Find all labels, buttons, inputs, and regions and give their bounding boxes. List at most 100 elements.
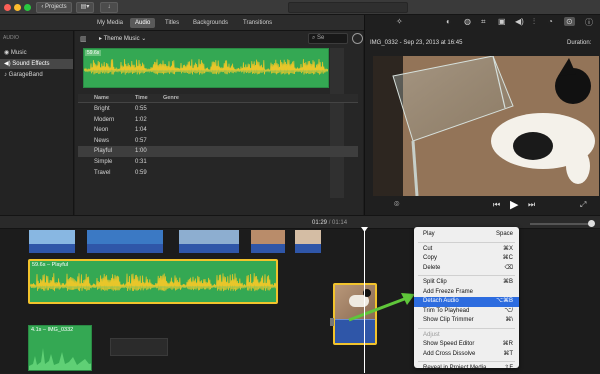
tab-audio[interactable]: Audio	[130, 18, 156, 28]
audio-clip-playful[interactable]: 59.6s – Playful	[28, 259, 278, 304]
playhead[interactable]	[364, 229, 365, 373]
zoom-slider-knob[interactable]	[588, 220, 595, 227]
noise-reduction-icon[interactable]: ⊙	[564, 17, 575, 26]
video-clip[interactable]	[178, 229, 240, 254]
menu-item-shortcut: ⌘X	[502, 245, 513, 252]
row-time: 1:00	[135, 148, 147, 155]
current-time: 01:29	[312, 220, 328, 226]
theme-music-dropdown[interactable]: ▸ Theme Music ⌄	[99, 35, 146, 42]
pointer-arrow	[348, 293, 415, 322]
row-name: Neon	[94, 127, 109, 134]
minimize-window-button[interactable]	[14, 4, 21, 11]
waveform-preview[interactable]: 59.6s	[83, 48, 329, 88]
menu-item-shortcut: ⌘T	[503, 350, 513, 357]
row-name: Simple	[94, 159, 113, 165]
column-header-time[interactable]: Time	[135, 95, 148, 101]
sound-list-row[interactable]: Travel 0:59	[78, 168, 358, 179]
crop-icon[interactable]: ⌗	[481, 17, 486, 27]
projects-back-label: Projects	[44, 4, 67, 10]
volume-icon[interactable]: ◀)	[515, 17, 524, 26]
video-clip[interactable]	[294, 229, 322, 254]
clip-title: IMG_0332 - Sep 23, 2013 at 16:45	[370, 40, 463, 46]
close-window-button[interactable]	[4, 4, 11, 11]
menu-item-add-cross-dissolve[interactable]: Add Cross Dissolve ⌘T	[414, 350, 519, 360]
music-icon: ◉	[4, 50, 10, 56]
library-toggle-button[interactable]: ▤▾	[76, 2, 94, 13]
sidebar-item-garageband[interactable]: ♪ GarageBand	[0, 70, 73, 80]
import-button[interactable]: ↓	[100, 2, 118, 13]
menu-item-copy[interactable]: Copy ⌘C	[414, 254, 519, 264]
color-balance-icon[interactable]: ◐	[446, 17, 451, 26]
row-time: 0:55	[135, 106, 147, 112]
speed-icon[interactable]: ◔	[548, 17, 553, 26]
sound-list-row[interactable]: Simple 0:31	[78, 157, 358, 168]
magic-wand-icon[interactable]: ✧	[396, 17, 403, 26]
row-time: 0:31	[135, 159, 147, 165]
menu-item-reveal-in-project-media[interactable]: Reveal in Project Media ⇧F	[414, 364, 519, 374]
menu-item-delete[interactable]: Delete ⌫	[414, 264, 519, 274]
zoom-slider[interactable]	[530, 223, 590, 225]
settings-gear-icon[interactable]	[352, 33, 363, 44]
playhead-handle[interactable]	[361, 227, 368, 232]
tab-titles[interactable]: Titles	[160, 18, 184, 28]
row-time: 0:59	[135, 169, 147, 176]
menu-item-detach-audio[interactable]: Detach Audio ⌥⌘B	[414, 297, 519, 307]
menu-item-label: Trim To Playhead	[423, 307, 470, 314]
menu-item-label: Show Speed Editor	[423, 341, 475, 347]
menu-item-show-speed-editor[interactable]: Show Speed Editor ⌘R	[414, 340, 519, 350]
audio-clip-waveform-2	[29, 348, 91, 370]
viewer-toolbar: ✧ ◐ ◍ ⌗ ▣ ◀) ⫶ ◔ ⊙ ⓘ	[392, 17, 600, 31]
info-icon[interactable]: ⓘ	[585, 17, 593, 28]
menu-item-label: Split Clip	[423, 279, 447, 285]
stabilization-icon[interactable]: ▣	[498, 17, 506, 26]
play-icon[interactable]: ▶	[510, 198, 518, 211]
video-clip[interactable]	[28, 229, 76, 254]
dropdown-arrows-icon: ⌄	[141, 36, 147, 42]
tab-backgrounds[interactable]: Backgrounds	[188, 18, 233, 28]
skip-back-icon[interactable]: ⏮	[493, 200, 500, 210]
menu-item-trim-to-playhead[interactable]: Trim To Playhead ⌥/	[414, 307, 519, 317]
menu-item-label: Play	[423, 231, 435, 237]
row-time: 0:57	[135, 137, 147, 144]
sidebar-item-music[interactable]: ◉ Music	[0, 48, 73, 58]
zoom-window-button[interactable]	[24, 4, 31, 11]
fullscreen-icon[interactable]: ⤢	[580, 200, 586, 210]
menu-item-add-freeze-frame[interactable]: Add Freeze Frame	[414, 288, 519, 298]
audio-clip-img-0332[interactable]: 4.1s – IMG_0332	[28, 325, 92, 371]
video-clip[interactable]	[86, 229, 164, 254]
microphone-icon[interactable]: ⌾	[394, 199, 399, 210]
sound-list-row[interactable]: Neon 1:04	[78, 125, 358, 136]
column-header-genre[interactable]: Genre	[163, 95, 179, 101]
search-input[interactable]: ⌕ Se	[308, 33, 348, 44]
menu-item-show-clip-trimmer[interactable]: Show Clip Trimmer ⌘\	[414, 316, 519, 326]
sidebar-toggle-icon[interactable]: ▥	[80, 35, 87, 43]
dropdown-chevron-icon: ▸	[99, 36, 103, 42]
sound-list-row[interactable]: Playful 1:00	[78, 146, 358, 157]
menu-item-shortcut: Space	[495, 231, 513, 237]
equalizer-icon[interactable]: ⫶	[533, 17, 535, 27]
menu-item-label: Delete	[423, 264, 441, 271]
sidebar-item-label: Music	[10, 50, 27, 56]
projects-back-button[interactable]: ‹ Projects	[36, 2, 72, 13]
sound-list-row[interactable]: Bright 0:55	[78, 104, 358, 115]
empty-clip-slot	[110, 338, 168, 356]
sound-list-row[interactable]: News 0:57	[78, 136, 358, 147]
import-arrow-icon: ↓	[107, 4, 111, 10]
menu-item-label: Show Clip Trimmer	[423, 317, 474, 323]
menu-item-split-clip[interactable]: Split Clip ⌘B	[414, 278, 519, 288]
duration-label: Duration:	[567, 40, 592, 46]
color-palette-icon[interactable]: ◍	[464, 17, 471, 26]
video-clip[interactable]	[250, 229, 286, 254]
sound-list-row[interactable]: Modern 1:02	[78, 115, 358, 126]
skip-forward-icon[interactable]: ⏭	[528, 200, 535, 210]
menu-separator	[418, 241, 515, 243]
column-header-name[interactable]: Name	[94, 95, 109, 101]
sidebar-item-label: GarageBand	[8, 72, 43, 78]
sidebar-item-sound-effects[interactable]: ◀) Sound Effects	[0, 59, 73, 69]
menu-item-cut[interactable]: Cut ⌘X	[414, 245, 519, 255]
menu-item-play[interactable]: Play Space	[414, 230, 519, 240]
tab-my-media[interactable]: My Media	[92, 18, 128, 28]
row-name: News	[94, 137, 110, 144]
video-preview-frame	[373, 56, 599, 196]
tab-transitions[interactable]: Transitions	[238, 18, 277, 28]
